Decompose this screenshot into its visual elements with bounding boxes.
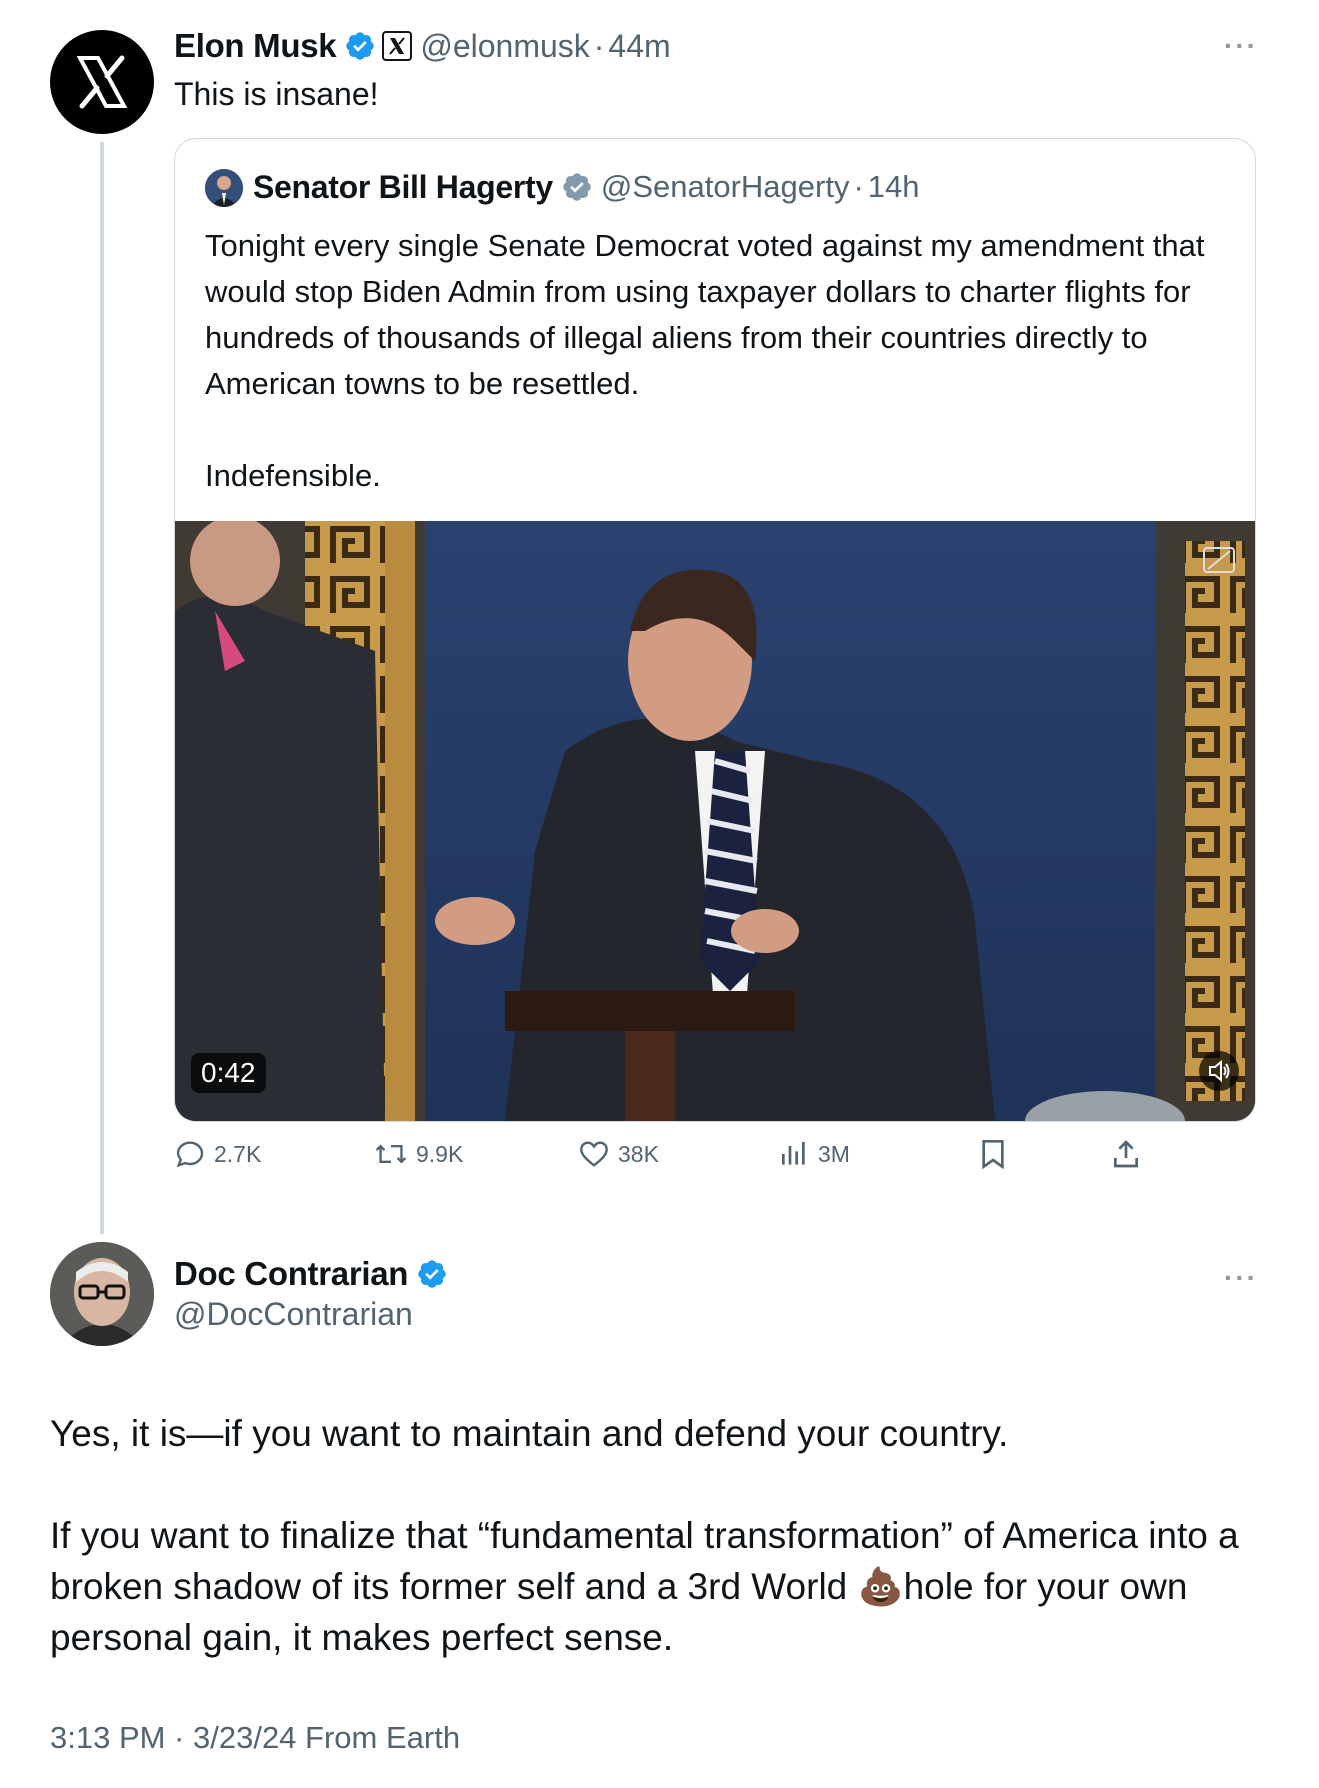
- tweet-text: This is insane!: [174, 76, 379, 112]
- quoted-tweet-time: 14h: [867, 169, 920, 204]
- heart-icon: [580, 1141, 608, 1167]
- x-logo-icon: [76, 55, 128, 109]
- volume-icon[interactable]: [1199, 1051, 1239, 1091]
- quoted-video[interactable]: 0:42: [175, 521, 1255, 1121]
- quoted-author-name: Senator Bill Hagerty: [253, 168, 553, 205]
- bookmark-icon: [982, 1140, 1004, 1170]
- repost-count: 9.9K: [416, 1140, 464, 1167]
- video-frame: [175, 521, 1255, 1121]
- share-button[interactable]: [1110, 1138, 1150, 1170]
- author-handle[interactable]: @elonmusk: [420, 28, 589, 65]
- reply-tweet-header: Doc Contrarian: [174, 1252, 448, 1296]
- reply-more-options-icon[interactable]: ···: [1224, 1262, 1258, 1294]
- like-count: 38K: [618, 1140, 659, 1167]
- dot-separator: ·: [593, 27, 605, 64]
- reply-timestamp[interactable]: 3:13 PM · 3/23/24 From Earth: [50, 1720, 460, 1756]
- repost-icon: [375, 1144, 407, 1164]
- quoted-dot-separator: ·: [853, 169, 864, 204]
- reply-icon: [176, 1141, 204, 1168]
- reply-author-name[interactable]: Doc Contrarian: [174, 1255, 408, 1293]
- tweet-time[interactable]: 44m: [608, 28, 670, 65]
- verified-badge-icon: [418, 1260, 446, 1288]
- views-count: 3M: [818, 1140, 850, 1167]
- captions-off-icon[interactable]: [1203, 547, 1235, 573]
- like-button[interactable]: 38K: [578, 1138, 659, 1170]
- quoted-tweet-header: Senator Bill Hagerty @SenatorHagerty · 1…: [253, 165, 920, 209]
- main-tweet-header: Elon Musk @elonmusk · 44m: [174, 24, 671, 68]
- quoted-tweet-card[interactable]: Senator Bill Hagerty @SenatorHagerty · 1…: [174, 138, 1256, 1122]
- reply-author-handle[interactable]: @DocContrarian: [174, 1296, 413, 1333]
- quoted-tweet-text: Tonight every single Senate Democrat vot…: [205, 228, 1205, 493]
- reply-count: 2.7K: [214, 1140, 262, 1167]
- reply-button[interactable]: 2.7K: [174, 1138, 261, 1170]
- quoted-author-avatar: [205, 169, 243, 207]
- thread-line: [100, 142, 104, 1234]
- verified-badge-icon: [346, 32, 374, 60]
- reply-text-paragraph-2: If you want to finalize that “fundamenta…: [50, 1515, 1239, 1658]
- views-chart-icon: [782, 1142, 805, 1165]
- affiliate-x-badge-icon: [382, 31, 413, 61]
- more-options-icon[interactable]: ···: [1224, 30, 1258, 62]
- verified-gray-badge-icon: [563, 173, 591, 201]
- bookmark-button[interactable]: [978, 1138, 1016, 1170]
- views-button[interactable]: 3M: [778, 1138, 850, 1170]
- video-duration-badge: 0:42: [191, 1053, 266, 1093]
- reply-text-paragraph-1: Yes, it is—if you want to maintain and d…: [50, 1413, 1009, 1454]
- author-avatar[interactable]: [50, 30, 154, 134]
- repost-button[interactable]: 9.9K: [374, 1138, 463, 1170]
- reply-author-avatar[interactable]: [50, 1242, 154, 1346]
- quoted-author-handle: @SenatorHagerty: [600, 169, 850, 204]
- author-name[interactable]: Elon Musk: [174, 27, 337, 65]
- share-icon: [1114, 1140, 1138, 1168]
